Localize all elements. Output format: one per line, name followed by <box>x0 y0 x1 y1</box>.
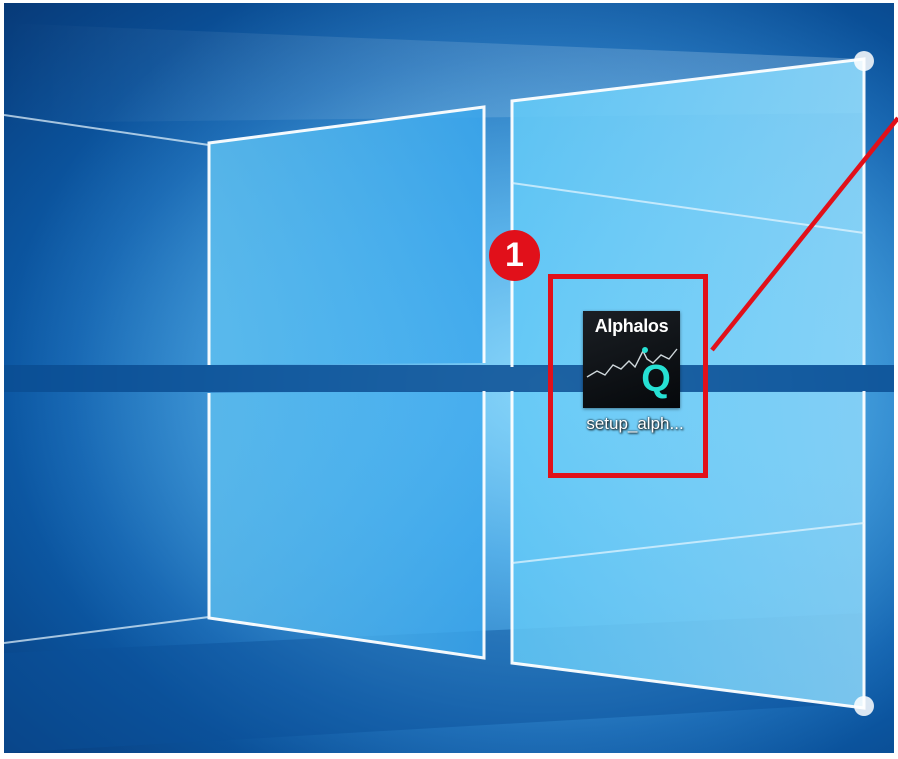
icon-brand-text: Alphalos <box>594 316 669 336</box>
desktop-shortcut-setup-alphalos[interactable]: Alphalos Q setup_alph... <box>555 281 715 485</box>
windows-desktop[interactable]: Alphalos Q setup_alph... <box>4 3 894 753</box>
alphalosq-app-icon[interactable]: Alphalos Q <box>583 311 680 408</box>
step-number-badge: 1 <box>489 230 540 281</box>
q-glyph: Q <box>641 358 671 400</box>
windows-10-wallpaper <box>4 3 894 753</box>
desktop-icon-label[interactable]: setup_alph... <box>555 414 715 434</box>
